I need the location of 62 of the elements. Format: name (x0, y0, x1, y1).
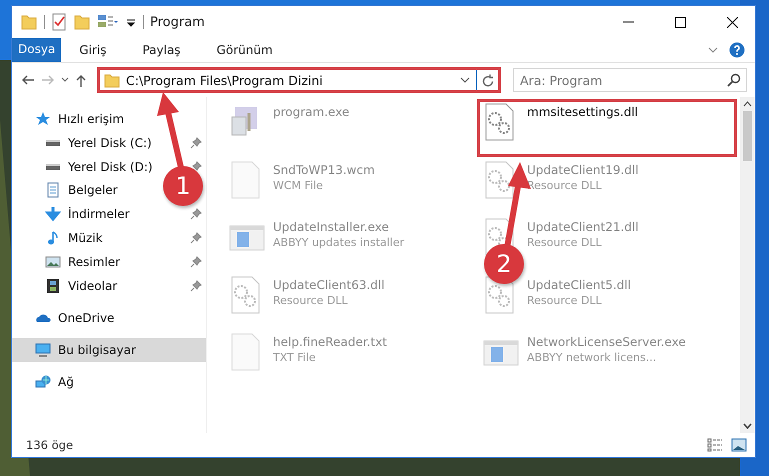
ribbon-tab[interactable]: Görünüm (198, 38, 291, 62)
up-button[interactable] (75, 72, 87, 88)
music-note-icon (47, 230, 59, 246)
nav-item[interactable]: OneDrive (58, 310, 114, 325)
file-type: Resource DLL (527, 294, 603, 306)
nav-item[interactable]: İndirmeler (68, 207, 130, 222)
search-field[interactable]: Ara: Program (513, 68, 747, 92)
monitor-icon (35, 342, 51, 358)
minimize-icon (622, 21, 634, 23)
dropdown-icon[interactable] (460, 76, 470, 84)
help-icon[interactable] (729, 42, 745, 58)
file-type: WCM File (273, 178, 324, 192)
ribbon-tab[interactable]: Paylaş (124, 38, 199, 62)
expand-ribbon-icon[interactable] (707, 45, 719, 55)
item-count: 136 öge (26, 438, 74, 452)
selected-nav-item[interactable]: Bu bilgisayar (12, 338, 206, 362)
back-button[interactable] (20, 74, 35, 86)
cloud-icon (35, 312, 51, 323)
file-item[interactable]: mmsitesettings.dll (477, 99, 737, 156)
address-bar[interactable]: C:\Program Files\Program Dizini (97, 67, 501, 93)
folder-icon (104, 72, 120, 88)
nav-item[interactable]: Yerel Disk (C:) (68, 136, 152, 150)
close-icon (726, 16, 738, 28)
file-type: Resource DLL (527, 236, 603, 249)
refresh-icon (482, 74, 494, 86)
window-title: Program (150, 14, 206, 30)
recent-locations-button[interactable] (61, 77, 69, 83)
nav-item[interactable]: Yerel Disk (D:) (68, 160, 153, 174)
drive-icon (45, 163, 61, 170)
file-type: TXT File (273, 351, 317, 364)
chevron-down-icon (61, 77, 69, 83)
scroll-down-icon[interactable] (743, 423, 752, 429)
properties-icon[interactable] (51, 13, 67, 31)
ribbon-tab[interactable]: Giriş (61, 38, 124, 62)
film-icon (47, 278, 59, 294)
scroll-thumb[interactable] (743, 111, 752, 161)
details-view-icon[interactable] (707, 438, 723, 452)
nav-item[interactable]: Belgeler (68, 183, 118, 198)
back-arrow-icon (20, 74, 35, 86)
file-type: ABBYY updates installer (273, 236, 404, 249)
nav-item[interactable]: Hızlı erişim (58, 112, 124, 126)
file-menu-tab[interactable]: Dosya (12, 38, 62, 62)
scrollbar[interactable] (740, 97, 755, 433)
nav-item[interactable]: Videolar (68, 278, 118, 293)
forward-arrow-icon (41, 74, 55, 86)
star-icon (35, 111, 51, 127)
scroll-up-icon[interactable] (743, 101, 752, 107)
nav-item[interactable]: Ağ (58, 374, 74, 389)
picture-icon (45, 256, 61, 268)
file-type: Resource DLL (273, 294, 349, 306)
download-icon (45, 206, 61, 222)
drive-icon (45, 139, 61, 146)
nav-item[interactable]: Müzik (68, 231, 103, 246)
nav-item[interactable]: Resimler (68, 254, 120, 269)
file-name: mmsitesettings.dll (527, 105, 638, 119)
up-arrow-icon (75, 72, 87, 88)
maximize-icon (674, 16, 686, 28)
large-icons-view-icon[interactable] (731, 438, 747, 452)
file-type: ABBYY network licens... (527, 351, 658, 364)
document-icon (47, 182, 59, 198)
network-icon (35, 374, 51, 389)
search-icon[interactable] (727, 73, 741, 87)
